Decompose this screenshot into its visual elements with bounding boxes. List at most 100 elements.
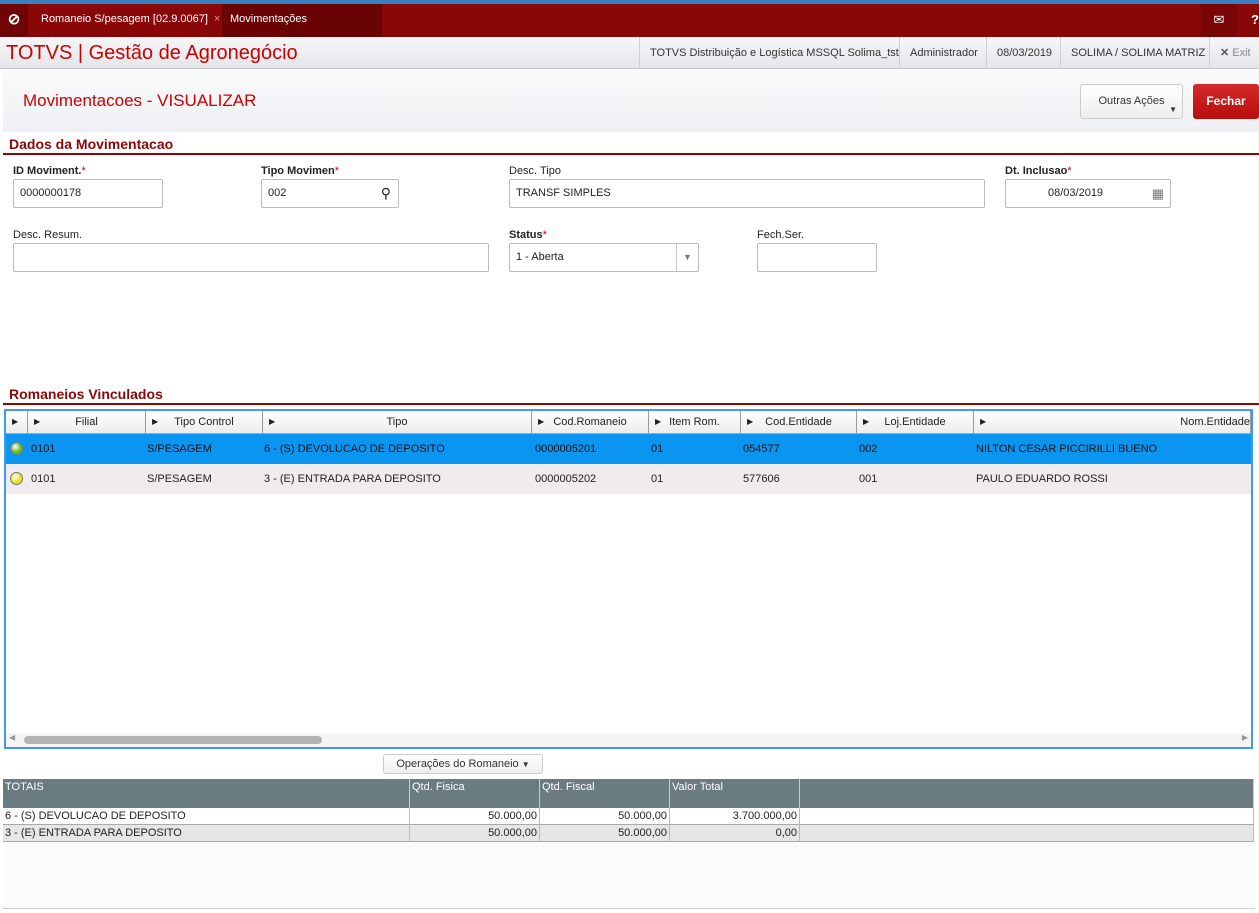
grid-header-cod-romaneio[interactable]: ▶ Cod.Romaneio	[532, 411, 649, 434]
desc-resum-field[interactable]	[13, 243, 489, 272]
status-select[interactable]: 1 - Aberta ▼	[509, 243, 699, 272]
tab-movimentacoes[interactable]: Movimentações [02.9.0067]×	[222, 4, 382, 55]
totals-cell: 50.000,00	[540, 808, 670, 825]
grid-header-filial[interactable]: ▶ Filial	[28, 411, 146, 434]
totals-cell: 6 - (S) DEVOLUCAO DE DEPOSITO	[3, 808, 410, 825]
grid-header-item-rom-[interactable]: ▶ Item Rom.	[649, 411, 741, 434]
close-button[interactable]: Fechar	[1193, 84, 1259, 119]
dt-inclusao-field[interactable]: 08/03/2019 ▦	[1005, 179, 1171, 208]
totals-header-cell: TOTAIS	[3, 779, 410, 808]
horizontal-scrollbar[interactable]: ◀ ▶	[6, 733, 1251, 747]
exit-button[interactable]: ✕ Exit	[1209, 37, 1257, 69]
column-label: Loj.Entidade	[884, 416, 946, 428]
grid-header-loj-entidade[interactable]: ▶ Loj.Entidade	[857, 411, 974, 434]
column-label: Cod.Entidade	[765, 416, 832, 428]
caret-down-icon: ▼	[521, 760, 530, 769]
operations-button[interactable]: Operações do Romaneio ▼	[383, 754, 543, 774]
totals-cell: 3 - (E) ENTRADA PARA DEPOSITO	[3, 825, 410, 842]
desc-tipo-label: Desc. Tipo	[509, 165, 561, 177]
grid-cell: 0000005201	[535, 443, 597, 455]
column-label: Tipo Control	[174, 416, 234, 428]
grid-cell: 054577	[743, 443, 780, 455]
other-actions-label: Outras Ações	[1098, 95, 1165, 107]
desc-resum-label: Desc. Resum.	[13, 229, 83, 241]
totals-cell: 50.000,00	[540, 825, 670, 842]
scroll-right-icon[interactable]: ▶	[1242, 733, 1248, 742]
other-actions-button[interactable]: Outras Ações ▼	[1080, 84, 1183, 119]
sort-arrow-icon: ▶	[980, 417, 987, 426]
grid-header-toggle[interactable]: ▶	[6, 411, 28, 434]
company-info: SOLIMA / SOLIMA MATRIZ	[1060, 37, 1215, 69]
grid-cell: NILTON CESAR PICCIRILLI BUENO	[976, 443, 1158, 455]
environment-info: TOTVS Distribuição e Logística MSSQL Sol…	[639, 37, 909, 69]
id-moviment-field[interactable]: 0000000178	[13, 179, 163, 208]
sort-arrow-icon: ▶	[269, 417, 276, 426]
grid-header-cod-entidade[interactable]: ▶ Cod.Entidade	[741, 411, 857, 434]
caret-down-icon: ▼	[1169, 105, 1177, 114]
grid-cell: 6 - (S) DEVOLUCAO DE DEPOSITO	[264, 443, 445, 455]
tab-romaneio[interactable]: Romaneio S/pesagem [02.9.0067] ×	[33, 4, 229, 37]
grid-cell: 01	[651, 443, 664, 455]
totals-cell: 50.000,00	[410, 808, 540, 825]
app-brand: TOTVS | Gestão de Agronegócio	[6, 42, 298, 64]
dt-value: 08/03/2019	[1048, 187, 1104, 199]
grid-header-tipo-control[interactable]: ▶ Tipo Control	[146, 411, 263, 434]
tipo-moviment-field[interactable]: 002 ⚲	[261, 179, 399, 208]
scrollbar-thumb[interactable]	[24, 736, 322, 744]
sort-arrow-icon: ▶	[152, 417, 159, 426]
grid-cell: 0101	[31, 443, 56, 455]
totals-header-cell: Qtd. Fiscal	[540, 779, 670, 808]
fech-ser-label: Fech.Ser.	[757, 229, 805, 241]
fech-ser-field[interactable]	[757, 243, 877, 272]
totals-cell: 50.000,00	[410, 825, 540, 842]
top-bar: ⊘ Romaneio S/pesagem [02.9.0067] × Movime…	[0, 0, 1259, 55]
totals-header-filler	[800, 779, 1254, 808]
sort-arrow-icon: ▶	[538, 417, 545, 426]
sort-arrow-icon: ▶	[655, 417, 662, 426]
table-row[interactable]: 0101 S/PESAGEM 3 - (E) ENTRADA PARA DEPOSI…	[6, 464, 1251, 494]
grid-cell: S/PESAGEM	[147, 443, 212, 455]
tab-label: Romaneio S/pesagem [02.9.0067]	[41, 13, 208, 25]
grid-cell: S/PESAGEM	[147, 473, 212, 485]
date-info: 08/03/2019	[986, 37, 1062, 69]
user-info: Administrador	[899, 37, 988, 69]
divider	[3, 403, 1259, 405]
status-yellow-icon	[10, 472, 23, 485]
calendar-icon[interactable]: ▦	[1152, 180, 1164, 207]
grid-cell: 577606	[743, 473, 780, 485]
totals-cell: 0,00	[670, 825, 800, 842]
search-icon[interactable]: ⚲	[381, 180, 391, 207]
totvs-logo-icon[interactable]: ⊘	[0, 4, 28, 37]
operations-label: Operações do Romaneio	[396, 758, 519, 770]
section-title-romaneios: Romaneios Vinculados	[9, 386, 163, 402]
column-label: Nom.Entidade	[1180, 416, 1250, 428]
scroll-left-icon[interactable]: ◀	[9, 733, 15, 742]
status-label: Status*	[509, 229, 547, 241]
section-title-dados: Dados da Movimentacao	[9, 136, 174, 152]
mail-icon[interactable]: ✉	[1201, 4, 1237, 37]
grid-cell: 002	[859, 443, 878, 455]
column-label: Cod.Romaneio	[553, 416, 627, 428]
caret-down-icon[interactable]: ▼	[676, 244, 698, 271]
totals-header-cell: Qtd. Fisica	[410, 779, 540, 808]
column-label: Filial	[75, 416, 98, 428]
id-label: ID Moviment.*	[13, 165, 86, 177]
totals-header-cell: Valor Total	[670, 779, 800, 808]
grid-header-tipo[interactable]: ▶ Tipo	[263, 411, 532, 434]
sort-arrow-icon: ▶	[34, 417, 41, 426]
totals-filler	[800, 825, 1254, 842]
status-green-icon	[10, 442, 23, 455]
divider	[3, 153, 1259, 155]
close-tab-icon[interactable]: ×	[214, 13, 220, 25]
totals-cell: 3.700.000,00	[670, 808, 800, 825]
help-icon[interactable]: ?	[1239, 4, 1259, 37]
grid-cell: 01	[651, 473, 664, 485]
grid-cell: 0101	[31, 473, 56, 485]
totals-filler	[800, 808, 1254, 825]
page-title: Movimentacoes - VISUALIZAR	[23, 91, 257, 110]
table-row[interactable]: 0101 S/PESAGEM 6 - (S) DEVOLUCAO DE DEPOSI…	[6, 434, 1251, 464]
sort-arrow-icon: ▶	[863, 417, 870, 426]
grid-header-nom-entidade[interactable]: ▶ Nom.Entidade	[974, 411, 1251, 434]
close-icon: ✕	[1220, 47, 1230, 59]
desc-tipo-field[interactable]: TRANSF SIMPLES	[509, 179, 985, 208]
